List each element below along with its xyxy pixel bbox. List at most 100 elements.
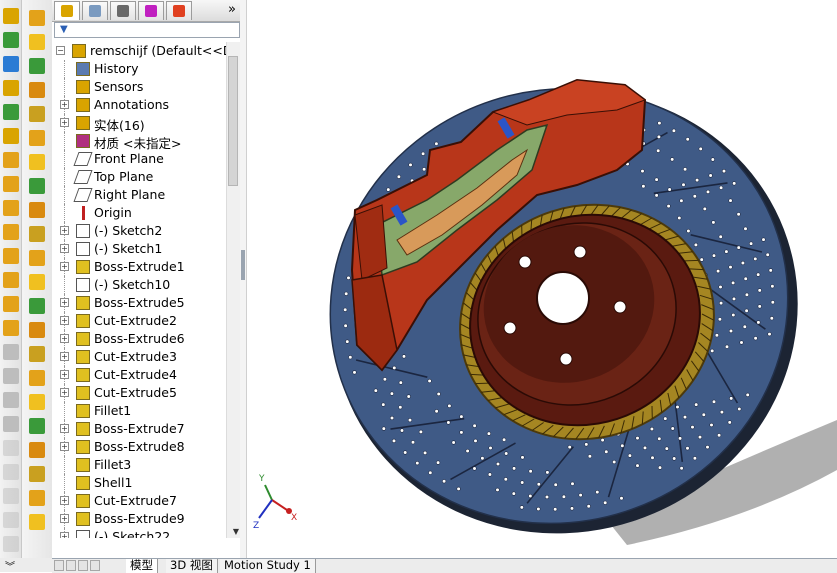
sketch-relations-icon[interactable] [3, 272, 19, 288]
swept-boss-icon[interactable] [29, 58, 45, 74]
expand-icon[interactable]: + [60, 244, 69, 253]
revolved-cut-icon[interactable] [29, 178, 45, 194]
sketch-chamfer-icon[interactable] [3, 536, 19, 552]
expand-icon[interactable]: + [60, 424, 69, 433]
tree-vertical-scrollbar[interactable] [226, 42, 240, 538]
tree-item[interactable]: +(-) Sketch22 [52, 528, 226, 538]
mirror-icon[interactable] [29, 418, 45, 434]
linear-pattern-icon[interactable] [29, 274, 45, 290]
tree-item[interactable]: Fillet1 [52, 402, 226, 420]
sketch-slot-icon[interactable] [3, 104, 19, 120]
bottom-tab[interactable]: 3D 视图 [166, 559, 218, 573]
expand-icon[interactable]: + [60, 442, 69, 451]
dimxpert-icon[interactable] [138, 1, 164, 20]
curves-icon[interactable] [29, 466, 45, 482]
sketch-rapid-icon[interactable] [3, 344, 19, 360]
sketch-trim-icon[interactable] [3, 128, 19, 144]
graphics-viewport[interactable]: Y X Z [247, 0, 837, 558]
sketch-fillet-icon[interactable] [3, 512, 19, 528]
sketch-rectangle-icon[interactable] [3, 80, 19, 96]
expand-icon[interactable]: + [60, 388, 69, 397]
tree-item[interactable]: +Cut-Extrude5 [52, 384, 226, 402]
rebuild-icon[interactable] [29, 514, 45, 530]
sketch-centerline-icon[interactable] [3, 488, 19, 504]
tree-item[interactable]: +Boss-Extrude7 [52, 420, 226, 438]
expand-icon[interactable]: + [60, 316, 69, 325]
swept-cut-icon[interactable] [29, 202, 45, 218]
expand-icon[interactable]: + [60, 352, 69, 361]
rib-icon[interactable] [29, 298, 45, 314]
sketch-plane-icon[interactable] [3, 416, 19, 432]
fillet-tool-icon[interactable] [29, 250, 45, 266]
expand-icon[interactable]: + [60, 334, 69, 343]
collapse-icon[interactable]: − [56, 46, 65, 55]
feature-tree-icon[interactable] [54, 1, 80, 20]
expand-icon[interactable]: + [60, 298, 69, 307]
sketch-3d-icon[interactable] [3, 392, 19, 408]
expand-icon[interactable]: + [60, 532, 69, 538]
tree-item[interactable]: +实体(16) [52, 114, 226, 132]
sketch-curve-icon[interactable] [3, 56, 19, 72]
expand-icon[interactable]: + [60, 100, 69, 109]
filter-icon[interactable]: ▼ [60, 24, 68, 35]
tree-item[interactable]: Front Plane [52, 150, 226, 168]
smart-dimension-icon[interactable] [3, 8, 19, 24]
tree-item[interactable]: +(-) Sketch2 [52, 222, 226, 240]
tree-item[interactable]: +Cut-Extrude4 [52, 366, 226, 384]
sketch-convert-icon[interactable] [3, 200, 19, 216]
collapse-handle-icon[interactable] [241, 250, 245, 280]
sketch-move-icon[interactable] [3, 248, 19, 264]
display-manager-icon[interactable] [166, 1, 192, 20]
toolbar-expand-icon[interactable]: ︾ [5, 558, 15, 573]
tree-item[interactable]: +Cut-Extrude3 [52, 348, 226, 366]
sketch-display-icon[interactable] [3, 368, 19, 384]
tree-item[interactable]: History [52, 60, 226, 78]
tree-item[interactable]: +Cut-Extrude7 [52, 492, 226, 510]
bottom-tab[interactable]: Motion Study 1 [220, 559, 316, 573]
sketch-pattern-icon[interactable] [3, 224, 19, 240]
lofted-cut-icon[interactable] [29, 226, 45, 242]
tree-item[interactable]: Fillet3 [52, 456, 226, 474]
tab-nav-first-icon[interactable] [54, 560, 64, 571]
tree-item[interactable]: +Cut-Extrude2 [52, 312, 226, 330]
sketch-text-icon[interactable] [3, 440, 19, 456]
expand-icon[interactable]: + [60, 226, 69, 235]
expand-icon[interactable]: + [60, 496, 69, 505]
expand-icon[interactable]: + [60, 370, 69, 379]
expand-icon[interactable]: + [60, 118, 69, 127]
scroll-down-arrow-icon[interactable]: ▼ [233, 527, 239, 536]
reference-geometry-icon[interactable] [29, 442, 45, 458]
tree-item[interactable]: −remschijf (Default<<D [52, 42, 226, 60]
tree-item[interactable]: +Annotations [52, 96, 226, 114]
intersect-icon[interactable] [29, 394, 45, 410]
wrap-icon[interactable] [29, 370, 45, 386]
tree-item[interactable]: +Boss-Extrude5 [52, 294, 226, 312]
hole-wizard-icon[interactable] [29, 154, 45, 170]
tree-item[interactable]: (-) Sketch10 [52, 276, 226, 294]
revolved-boss-icon[interactable] [29, 34, 45, 50]
sketch-point-icon[interactable] [3, 464, 19, 480]
tree-item[interactable]: Right Plane [52, 186, 226, 204]
more-tabs-icon[interactable]: » [228, 2, 236, 17]
scrollbar-thumb[interactable] [228, 56, 238, 186]
sketch-spline-icon[interactable] [3, 32, 19, 48]
view-triad[interactable]: Y X Z [253, 474, 297, 531]
extruded-cut-icon[interactable] [29, 130, 45, 146]
tree-item[interactable]: +Boss-Extrude8 [52, 438, 226, 456]
configuration-manager-icon[interactable] [110, 1, 136, 20]
tree-item[interactable]: +(-) Sketch1 [52, 240, 226, 258]
tab-nav-prev-icon[interactable] [66, 560, 76, 571]
tree-item[interactable]: +Boss-Extrude9 [52, 510, 226, 528]
boundary-boss-icon[interactable] [29, 106, 45, 122]
property-manager-icon[interactable] [82, 1, 108, 20]
tree-item[interactable]: Origin [52, 204, 226, 222]
expand-icon[interactable]: + [60, 262, 69, 271]
sketch-quick-snap-icon[interactable] [3, 320, 19, 336]
tab-nav-next-icon[interactable] [78, 560, 88, 571]
expand-icon[interactable]: + [60, 514, 69, 523]
panel-splitter[interactable] [240, 0, 247, 558]
tree-item[interactable]: +Boss-Extrude1 [52, 258, 226, 276]
sketch-offset-icon[interactable] [3, 176, 19, 192]
sketch-mirror-icon[interactable] [3, 152, 19, 168]
sketch-repair-icon[interactable] [3, 296, 19, 312]
